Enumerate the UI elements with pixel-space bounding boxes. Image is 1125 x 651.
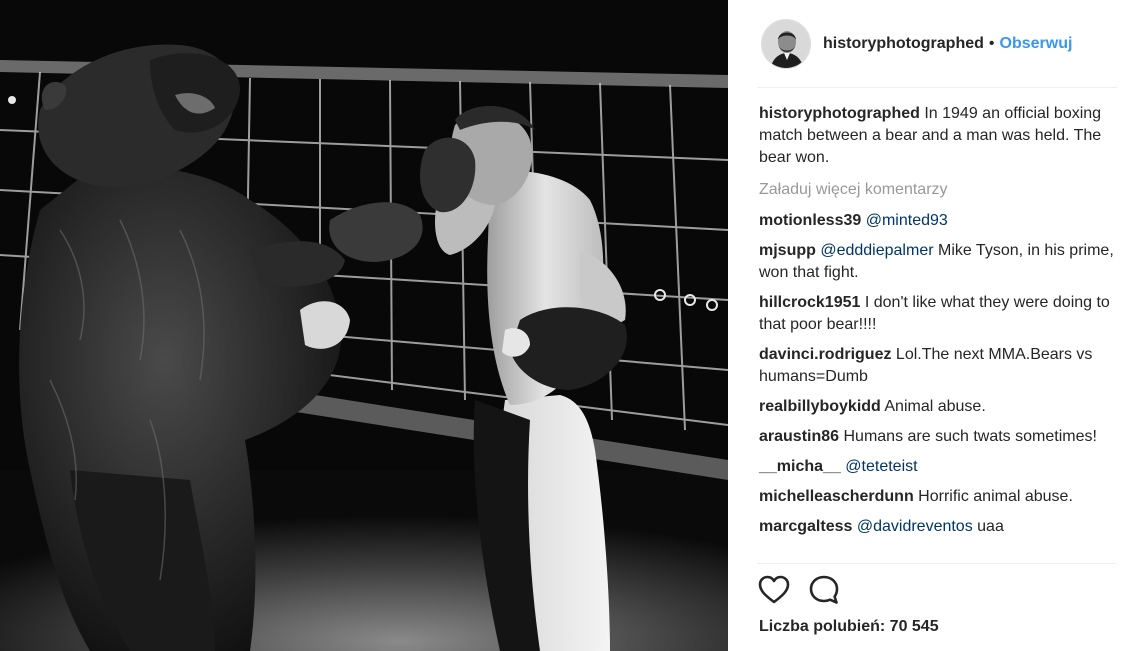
comment-username-link[interactable]: hillcrock1951 [759,294,860,311]
header-username-link[interactable]: historyphotographed [823,35,984,53]
comment-item: mjsupp @edddiepalmer Mike Tyson, in his … [759,240,1114,284]
comment-mention-link[interactable]: @davidreventos [857,518,973,535]
heart-icon[interactable] [757,573,791,607]
comment-username-link[interactable]: marcgaltess [759,518,852,535]
post-caption: historyphotographed In 1949 an official … [759,103,1114,169]
comment-username-link[interactable]: motionless39 [759,212,861,229]
comment-username-link[interactable]: michelleascherdunn [759,488,914,505]
comment-item: hillcrock1951 I don't like what they wer… [759,292,1114,336]
comment-mention-link[interactable]: @minted93 [866,212,948,229]
post-header: historyphotographed • Obserwuj [728,0,1125,88]
avatar[interactable] [761,19,811,69]
comment-item: __micha__ @teteteist [759,456,1114,478]
actions-divider [757,563,1117,564]
bear-boxing-photo [0,0,728,651]
comment-username-link[interactable]: realbillyboykidd [759,398,881,415]
follow-button[interactable]: Obserwuj [1000,35,1073,53]
comment-username-link[interactable]: araustin86 [759,428,839,445]
post-side-panel: historyphotographed • Obserwuj historyph… [728,0,1125,651]
comment-text: Animal abuse. [880,398,986,415]
speech-bubble-icon[interactable] [807,573,841,607]
comment-username-link[interactable]: __micha__ [759,458,841,475]
comment-username-link[interactable]: davinci.rodriguez [759,346,891,363]
post-photo[interactable] [0,0,728,651]
caption-username-link[interactable]: historyphotographed [759,105,920,122]
comment-item: araustin86 Humans are such twats sometim… [759,426,1114,448]
comment-text: Humans are such twats sometimes! [839,428,1097,445]
comments-list: historyphotographed In 1949 an official … [759,103,1114,546]
comment-item: davinci.rodriguez Lol.The next MMA.Bears… [759,344,1114,388]
comment-item: marcgaltess @davidreventos uaa [759,516,1114,538]
header-separator: • [988,35,995,52]
avatar-portrait-icon [762,20,810,68]
comment-username-link[interactable]: mjsupp [759,242,816,259]
likes-count[interactable]: Liczba polubień: 70 545 [759,618,939,636]
comment-text: Horrific animal abuse. [913,488,1073,505]
load-more-comments-button[interactable]: Załaduj więcej komentarzy [759,179,1114,201]
comment-item: realbillyboykidd Animal abuse. [759,396,1114,418]
post-actions [757,573,841,607]
comment-item: motionless39 @minted93 [759,210,1114,232]
comment-text: uaa [972,518,1004,535]
instagram-post: historyphotographed • Obserwuj historyph… [0,0,1125,651]
comment-mention-link[interactable]: @edddiepalmer [820,242,933,259]
comment-mention-link[interactable]: @teteteist [845,458,917,475]
comment-item: michelleascherdunn Horrific animal abuse… [759,486,1114,508]
